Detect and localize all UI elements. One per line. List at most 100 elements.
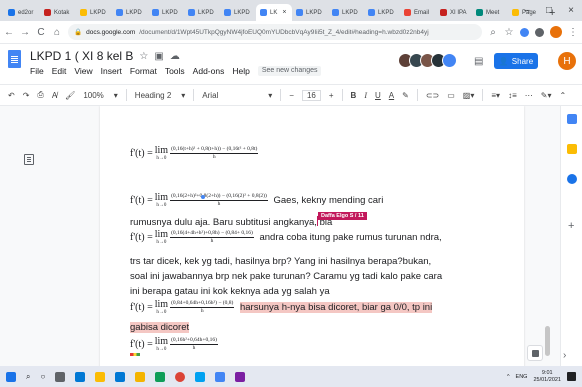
- task-view-icon[interactable]: [55, 371, 66, 382]
- browser-tab[interactable]: LKPD: [328, 4, 364, 21]
- notification-icon[interactable]: [567, 372, 576, 381]
- tab-label: LKPD: [162, 9, 178, 16]
- extensions-puzzle-icon[interactable]: [535, 27, 544, 37]
- calendar-icon[interactable]: [567, 114, 577, 124]
- bold-button[interactable]: B: [351, 91, 357, 100]
- browser-tab[interactable]: Kotak: [40, 4, 76, 21]
- keep-icon[interactable]: [567, 144, 577, 154]
- minimize-button[interactable]: –: [516, 5, 538, 16]
- print-icon[interactable]: ⎙: [37, 90, 43, 100]
- browser-tab[interactable]: LKPD: [148, 4, 184, 21]
- back-icon[interactable]: ←: [4, 27, 14, 38]
- url-input[interactable]: 🔒 docs.google.com/document/d/1Wpt45UTkpQ…: [68, 24, 482, 40]
- doc-title[interactable]: LKPD 1 ( XI 8 kel B: [30, 49, 133, 63]
- side-panel-toggle-icon[interactable]: ›: [563, 350, 566, 361]
- star-icon[interactable]: ☆: [139, 51, 148, 62]
- forward-icon[interactable]: →: [20, 27, 30, 38]
- highlight-icon[interactable]: ✎: [402, 91, 409, 100]
- cortana-icon[interactable]: ○: [40, 372, 45, 381]
- menu-item-edit[interactable]: Edit: [52, 66, 67, 76]
- italic-button[interactable]: I: [364, 91, 367, 100]
- line-spacing-icon[interactable]: ↕≡: [508, 91, 517, 100]
- last-edit-link[interactable]: See new changes: [257, 66, 322, 76]
- paint-format-icon[interactable]: 🖌: [65, 91, 75, 100]
- browser-tab[interactable]: LKPD: [220, 4, 256, 21]
- browser-tab[interactable]: LKPD: [364, 4, 400, 21]
- link-icon[interactable]: ⊂⊃: [426, 91, 439, 100]
- selection-caret: [201, 195, 205, 199]
- app-icon-4[interactable]: [215, 371, 226, 382]
- browser-menu-icon[interactable]: ⋮: [568, 27, 578, 38]
- collapse-menu-icon[interactable]: ⌃: [559, 91, 566, 100]
- menu-item-format[interactable]: Format: [130, 66, 157, 76]
- font-size-input[interactable]: 16: [301, 89, 321, 101]
- home-icon[interactable]: ⌂: [52, 27, 62, 38]
- browser-tab[interactable]: LKPD: [76, 4, 112, 21]
- outline-icon[interactable]: [24, 154, 34, 165]
- menu-item-help[interactable]: Help: [232, 66, 249, 76]
- file-explorer-icon[interactable]: [95, 371, 106, 382]
- bookmark-star-icon[interactable]: ☆: [504, 27, 514, 38]
- menu-item-add-ons[interactable]: Add-ons: [193, 66, 225, 76]
- undo-icon[interactable]: ↶: [8, 91, 15, 100]
- browser-tab[interactable]: LKPD: [112, 4, 148, 21]
- align-icon[interactable]: ≡▾: [491, 91, 500, 100]
- browser-tab[interactable]: ed2or: [4, 4, 40, 21]
- user-avatar[interactable]: H: [558, 52, 576, 70]
- tasks-icon[interactable]: [567, 174, 577, 184]
- profile-avatar[interactable]: [550, 26, 562, 38]
- tray-up-icon[interactable]: ^: [507, 374, 510, 380]
- reload-icon[interactable]: C: [36, 27, 46, 38]
- menu-item-view[interactable]: View: [74, 66, 92, 76]
- menu-item-insert[interactable]: Insert: [101, 66, 122, 76]
- close-window-button[interactable]: ×: [560, 5, 582, 16]
- app-icon-1[interactable]: [135, 371, 146, 382]
- style-select[interactable]: Heading 2 ▾: [135, 91, 186, 100]
- comment-icon[interactable]: ▭: [447, 91, 455, 100]
- decrease-font-button[interactable]: −: [289, 91, 294, 100]
- extension-icon[interactable]: [520, 27, 529, 37]
- add-addon-icon[interactable]: +: [568, 220, 574, 232]
- app-icon-3[interactable]: [195, 371, 206, 382]
- browser-tab[interactable]: Meet: [472, 4, 508, 21]
- store-icon[interactable]: [115, 371, 126, 382]
- increase-font-button[interactable]: +: [329, 91, 334, 100]
- browser-tab[interactable]: LKPD: [184, 4, 220, 21]
- redo-icon[interactable]: ↷: [23, 91, 30, 100]
- spellcheck-icon[interactable]: A̸: [52, 91, 57, 100]
- zoom-select[interactable]: 100% ▾: [83, 91, 117, 100]
- tab-favicon-icon: [296, 9, 303, 16]
- browser-tab[interactable]: LK ×: [256, 4, 292, 21]
- explore-button[interactable]: [527, 345, 543, 361]
- docs-logo-icon[interactable]: [8, 50, 21, 68]
- browser-tab[interactable]: Email: [400, 4, 436, 21]
- move-folder-icon[interactable]: ▣: [154, 51, 163, 62]
- vertical-scrollbar[interactable]: [545, 326, 550, 356]
- text-color-button[interactable]: A: [389, 91, 394, 100]
- image-icon[interactable]: ▨▾: [463, 91, 475, 100]
- clock[interactable]: 9:01 25/01/2021: [533, 370, 561, 382]
- app-icon-2[interactable]: [155, 371, 166, 382]
- more-icon[interactable]: ⋯: [525, 91, 533, 100]
- tab-close-icon[interactable]: ×: [282, 9, 286, 16]
- cloud-status-icon[interactable]: ☁: [170, 51, 180, 62]
- underline-button[interactable]: U: [375, 91, 381, 100]
- edge-icon[interactable]: [75, 371, 86, 382]
- font-select[interactable]: Arial ▾: [202, 91, 272, 100]
- editing-mode-icon[interactable]: ✎▾: [541, 91, 552, 100]
- app-icon-5[interactable]: [235, 371, 246, 382]
- document-page[interactable]: f'(t) = lim h→0 (0,16(t+h)² + 0,8(t+h)) −…: [100, 106, 524, 366]
- browser-tab[interactable]: LKPD: [292, 4, 328, 21]
- search-icon[interactable]: ⌕: [26, 372, 30, 382]
- collaborator-avatar[interactable]: [442, 53, 457, 68]
- maximize-button[interactable]: □: [538, 5, 560, 16]
- start-icon[interactable]: [6, 371, 16, 382]
- menu-item-file[interactable]: File: [30, 66, 44, 76]
- zoom-icon[interactable]: ⌕: [488, 27, 498, 38]
- language-indicator[interactable]: ENG: [516, 374, 528, 380]
- chrome-icon[interactable]: [175, 371, 186, 382]
- browser-tab[interactable]: XI IPA: [436, 4, 472, 21]
- menu-item-tools[interactable]: Tools: [165, 66, 185, 76]
- share-button[interactable]: 👤 Share: [494, 53, 538, 69]
- comment-history-icon[interactable]: ▤: [474, 56, 483, 67]
